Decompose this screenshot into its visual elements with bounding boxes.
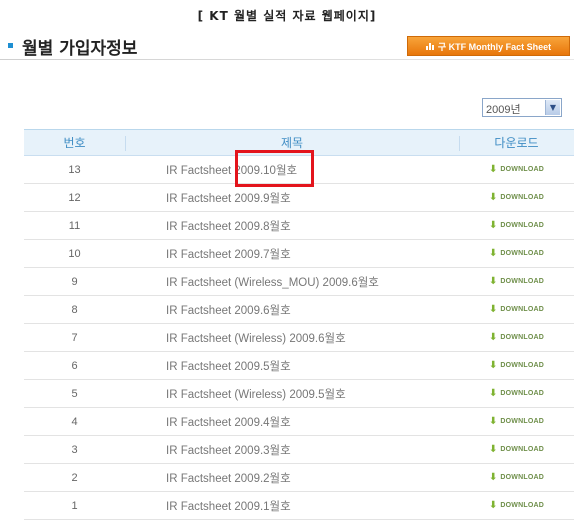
download-label: DOWNLOAD: [500, 418, 544, 425]
row-title-link[interactable]: IR Factsheet 2009.1월호: [125, 498, 459, 514]
download-label: DOWNLOAD: [500, 502, 544, 509]
download-arrow-icon: ⬇: [489, 163, 498, 175]
table-row[interactable]: 5 IR Factsheet (Wireless) 2009.5월호 ⬇ DOWNLO…: [24, 380, 574, 408]
row-title-link[interactable]: IR Factsheet 2009.3월호: [125, 442, 459, 458]
download-arrow-icon: ⬇: [489, 331, 498, 343]
download-label: DOWNLOAD: [500, 474, 544, 481]
row-number: 12: [68, 191, 81, 204]
download-label: DOWNLOAD: [500, 194, 544, 201]
download-arrow-icon: ⬇: [489, 443, 498, 455]
row-number: 9: [71, 275, 78, 288]
header-no: 번호: [63, 136, 86, 150]
table-row[interactable]: 1 IR Factsheet 2009.1월호 ⬇ DOWNLOAD: [24, 492, 574, 520]
download-button[interactable]: ⬇ DOWNLOAD: [459, 219, 574, 231]
row-title-link[interactable]: IR Factsheet 2009.10월호: [125, 162, 459, 178]
download-arrow-icon: ⬇: [489, 387, 498, 399]
table-row[interactable]: 12 IR Factsheet 2009.9월호 ⬇ DOWNLOAD: [24, 184, 574, 212]
header-separator: [459, 136, 460, 151]
row-title-link[interactable]: IR Factsheet 2009.2월호: [125, 470, 459, 486]
download-button[interactable]: ⬇ DOWNLOAD: [459, 275, 574, 287]
download-button[interactable]: ⬇ DOWNLOAD: [459, 415, 574, 427]
bar-chart-icon: [425, 42, 434, 50]
download-label: DOWNLOAD: [500, 362, 544, 369]
row-number: 13: [68, 163, 81, 176]
row-number: 3: [71, 443, 78, 456]
row-number: 2: [71, 471, 78, 484]
download-button[interactable]: ⬇ DOWNLOAD: [459, 163, 574, 175]
download-button[interactable]: ⬇ DOWNLOAD: [459, 443, 574, 455]
download-label: DOWNLOAD: [500, 306, 544, 313]
table-row[interactable]: 4 IR Factsheet 2009.4월호 ⬇ DOWNLOAD: [24, 408, 574, 436]
download-label: DOWNLOAD: [500, 278, 544, 285]
row-title-link[interactable]: IR Factsheet (Wireless) 2009.5월호: [125, 386, 459, 402]
row-number: 4: [71, 415, 78, 428]
download-label: DOWNLOAD: [500, 390, 544, 397]
row-number: 10: [68, 247, 81, 260]
ktf-monthly-fact-sheet-button[interactable]: 구 KTF Monthly Fact Sheet: [407, 36, 570, 56]
row-number: 8: [71, 303, 78, 316]
header-download: 다운로드: [494, 136, 539, 150]
header-title: 제목: [280, 136, 304, 150]
download-arrow-icon: ⬇: [489, 303, 498, 315]
download-button[interactable]: ⬇ DOWNLOAD: [459, 387, 574, 399]
ktf-button-label: 구 KTF Monthly Fact Sheet: [437, 41, 552, 52]
download-arrow-icon: ⬇: [489, 359, 498, 371]
table-row[interactable]: 9 IR Factsheet (Wireless_MOU) 2009.6월호 ⬇ DO…: [24, 268, 574, 296]
title-bullet-icon: [8, 43, 13, 48]
header-separator: [125, 136, 126, 151]
download-button[interactable]: ⬇ DOWNLOAD: [459, 471, 574, 483]
page-title: 월별 가입자정보: [22, 39, 138, 59]
year-select[interactable]: 2009년 ▼: [482, 98, 562, 117]
row-title-link[interactable]: IR Factsheet (Wireless_MOU) 2009.6월호: [125, 274, 459, 290]
download-arrow-icon: ⬇: [489, 247, 498, 259]
download-button[interactable]: ⬇ DOWNLOAD: [459, 303, 574, 315]
download-arrow-icon: ⬇: [489, 499, 498, 511]
table-row[interactable]: 11 IR Factsheet 2009.8월호 ⬇ DOWNLOAD: [24, 212, 574, 240]
download-button[interactable]: ⬇ DOWNLOAD: [459, 499, 574, 511]
table-body: 13 IR Factsheet 2009.10월호 ⬇ DOWNLOAD 12 IR Fa…: [24, 156, 574, 520]
factsheet-table: 번호 제목 다운로드 13 IR Factsheet 2009.10월호 ⬇ DOWN…: [24, 129, 574, 520]
row-title-link[interactable]: IR Factsheet 2009.5월호: [125, 358, 459, 374]
row-number: 5: [71, 387, 78, 400]
table-row[interactable]: 6 IR Factsheet 2009.5월호 ⬇ DOWNLOAD: [24, 352, 574, 380]
table-row[interactable]: 7 IR Factsheet (Wireless) 2009.6월호 ⬇ DOWNLO…: [24, 324, 574, 352]
row-title-link[interactable]: IR Factsheet 2009.9월호: [125, 190, 459, 206]
download-arrow-icon: ⬇: [489, 275, 498, 287]
download-label: DOWNLOAD: [500, 222, 544, 229]
row-title-link[interactable]: IR Factsheet 2009.6월호: [125, 302, 459, 318]
row-number: 11: [68, 219, 81, 232]
download-button[interactable]: ⬇ DOWNLOAD: [459, 247, 574, 259]
download-button[interactable]: ⬇ DOWNLOAD: [459, 359, 574, 371]
table-header: 번호 제목 다운로드: [24, 129, 574, 156]
download-label: DOWNLOAD: [500, 166, 544, 173]
title-divider: [0, 59, 574, 60]
table-row[interactable]: 13 IR Factsheet 2009.10월호 ⬇ DOWNLOAD: [24, 156, 574, 184]
row-number: 1: [71, 499, 78, 512]
table-row[interactable]: 2 IR Factsheet 2009.2월호 ⬇ DOWNLOAD: [24, 464, 574, 492]
download-label: DOWNLOAD: [500, 334, 544, 341]
download-arrow-icon: ⬇: [489, 415, 498, 427]
row-title-link[interactable]: IR Factsheet (Wireless) 2009.6월호: [125, 330, 459, 346]
download-button[interactable]: ⬇ DOWNLOAD: [459, 331, 574, 343]
row-number: 7: [71, 331, 78, 344]
title-row: 월별 가입자정보 구 KTF Monthly Fact Sheet: [0, 34, 574, 60]
table-row[interactable]: 8 IR Factsheet 2009.6월호 ⬇ DOWNLOAD: [24, 296, 574, 324]
table-row[interactable]: 10 IR Factsheet 2009.7월호 ⬇ DOWNLOAD: [24, 240, 574, 268]
row-title-link[interactable]: IR Factsheet 2009.4월호: [125, 414, 459, 430]
download-arrow-icon: ⬇: [489, 191, 498, 203]
download-arrow-icon: ⬇: [489, 471, 498, 483]
download-arrow-icon: ⬇: [489, 219, 498, 231]
chevron-down-icon[interactable]: ▼: [545, 100, 560, 115]
row-title-link[interactable]: IR Factsheet 2009.8월호: [125, 218, 459, 234]
download-button[interactable]: ⬇ DOWNLOAD: [459, 191, 574, 203]
year-select-value: 2009년: [486, 104, 521, 116]
table-row[interactable]: 3 IR Factsheet 2009.3월호 ⬇ DOWNLOAD: [24, 436, 574, 464]
download-label: DOWNLOAD: [500, 446, 544, 453]
download-label: DOWNLOAD: [500, 250, 544, 257]
row-number: 6: [71, 359, 78, 372]
page-caption: [ KT 월별 실적 자료 웹페이지]: [197, 9, 377, 23]
row-title-link[interactable]: IR Factsheet 2009.7월호: [125, 246, 459, 262]
